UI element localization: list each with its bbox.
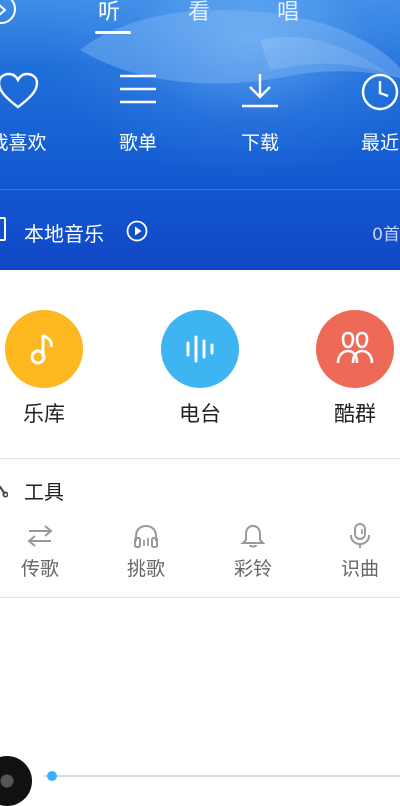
group-icon [336,331,374,364]
album-disc[interactable] [0,756,32,806]
top-tab-bar: 听 看 唱 [0,0,400,36]
wrench-icon [0,485,8,498]
progress-track[interactable] [44,775,400,777]
music-note-icon [30,333,53,365]
feature-label: 酷群 [334,402,376,426]
tools-title: 工具 [24,480,64,504]
tool-ringtone[interactable]: 彩铃 [213,522,293,581]
back-button[interactable] [0,0,16,24]
tool-pick-songs[interactable]: 挑歌 [106,522,186,581]
section-divider [0,458,400,459]
feature-label: 乐库 [23,402,65,426]
quick-action-recent[interactable]: 最近 [340,72,400,155]
quick-action-label: 歌单 [118,132,157,154]
quick-action-label: 最近 [360,132,399,154]
bell-icon [240,524,266,548]
quick-action-playlists[interactable]: 歌单 [98,72,178,155]
tool-label: 识曲 [340,558,379,580]
radio-circle [161,310,239,388]
play-circle-icon[interactable] [126,220,148,242]
quick-action-label: 我喜欢 [0,132,47,154]
tool-label: 挑歌 [126,558,165,580]
mini-player[interactable] [0,756,400,806]
download-icon [242,74,278,108]
list-icon [120,74,156,104]
section-divider [0,597,400,598]
tool-transfer[interactable]: 传歌 [0,522,80,581]
quick-action-favorites[interactable]: 我喜欢 [0,72,58,155]
header-panel: 听 看 唱 我喜欢 歌单 下载 [0,0,400,270]
quick-action-label: 下载 [240,132,279,154]
radio-wave-icon [186,335,214,363]
transfer-icon [27,525,53,547]
groups-circle [316,310,394,388]
tab-watch[interactable]: 看 [188,0,210,26]
local-music-icon [0,217,6,241]
tab-sing[interactable]: 唱 [277,0,299,26]
heart-icon [0,72,39,109]
tool-recognize[interactable]: 识曲 [320,522,400,581]
feature-label: 电台 [179,402,221,426]
local-music-row[interactable]: 本地音乐 0首 [0,190,400,270]
back-arrow-icon [0,4,7,16]
progress-knob[interactable] [47,771,57,781]
local-music-label: 本地音乐 [24,222,104,246]
feature-music-library[interactable]: 乐库 [0,310,94,428]
tools-header: 工具 [0,470,400,506]
feature-radio[interactable]: 电台 [150,310,250,428]
mic-icon [350,523,370,548]
headphones-icon [134,524,158,548]
local-music-count: 0首 [372,225,400,245]
active-tab-indicator [95,31,131,34]
clock-icon [361,73,399,111]
feature-groups[interactable]: 酷群 [305,310,400,428]
quick-action-downloads[interactable]: 下载 [220,72,300,155]
music-library-circle [5,310,83,388]
tool-label: 传歌 [20,558,59,580]
tool-label: 彩铃 [233,558,272,580]
tab-listen[interactable]: 听 [98,0,120,26]
